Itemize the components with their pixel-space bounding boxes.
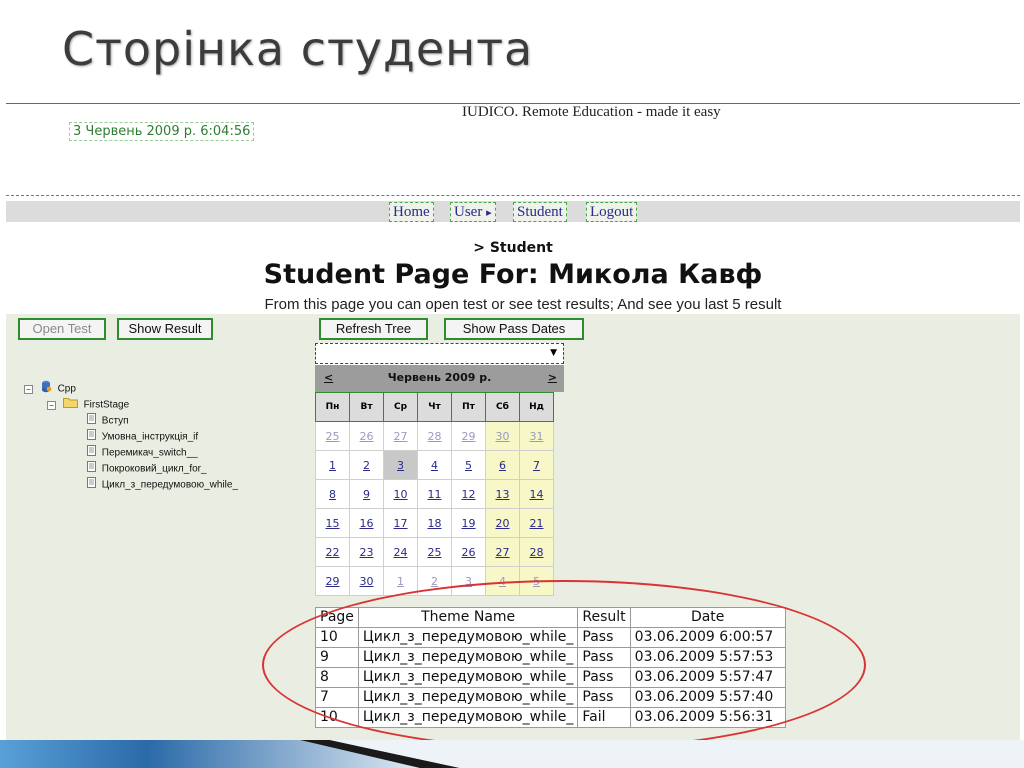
calendar-day[interactable]: 7 bbox=[519, 450, 554, 480]
tree-item[interactable]: Перемикач_switch__ bbox=[87, 445, 198, 459]
weekday-header: Вт bbox=[349, 392, 384, 422]
calendar-day[interactable]: 18 bbox=[417, 508, 452, 538]
calendar-day[interactable]: 26 bbox=[349, 421, 384, 451]
show-pass-dates-button[interactable]: Show Pass Dates bbox=[444, 318, 584, 340]
calendar-day[interactable]: 28 bbox=[417, 421, 452, 451]
tree-node-cpp[interactable]: − Cpp bbox=[24, 380, 76, 395]
calendar-day[interactable]: 21 bbox=[519, 508, 554, 538]
calendar-day[interactable]: 24 bbox=[383, 537, 418, 567]
calendar-day[interactable]: 19 bbox=[451, 508, 486, 538]
tree-item[interactable]: Покроковий_цикл_for_ bbox=[87, 461, 207, 475]
calendar-day[interactable]: 5 bbox=[451, 450, 486, 480]
calendar-day[interactable]: 17 bbox=[383, 508, 418, 538]
nav-user-menu[interactable]: User ▸ bbox=[450, 202, 496, 222]
calendar-day[interactable]: 30 bbox=[485, 421, 520, 451]
refresh-tree-button[interactable]: Refresh Tree bbox=[319, 318, 428, 340]
document-icon bbox=[87, 445, 96, 461]
calendar-day[interactable]: 26 bbox=[451, 537, 486, 567]
show-result-button[interactable]: Show Result bbox=[117, 318, 213, 340]
calendar-day[interactable]: 27 bbox=[383, 421, 418, 451]
weekday-header: Сб bbox=[485, 392, 520, 422]
highlight-ellipse bbox=[262, 580, 866, 750]
calendar-day[interactable]: 20 bbox=[485, 508, 520, 538]
calendar-day[interactable]: 27 bbox=[485, 537, 520, 567]
document-icon bbox=[87, 429, 96, 445]
calendar-day[interactable]: 14 bbox=[519, 479, 554, 509]
calendar-week-row: 22 23 24 25 26 27 28 bbox=[315, 537, 554, 567]
calendar-day[interactable]: 29 bbox=[315, 566, 350, 596]
calendar-day[interactable]: 1 bbox=[315, 450, 350, 480]
calendar-grid: Пн Вт Ср Чт Пт Сб Нд 25 26 27 28 29 30 31 1 2 3 4 5 6 7 8 9 10 1… bbox=[315, 392, 554, 596]
page-title: Student Page For: Микола Кавф bbox=[263, 259, 763, 290]
nav-home-link[interactable]: Home bbox=[389, 202, 434, 222]
site-tagline: IUDICO. Remote Education - made it easy bbox=[462, 104, 721, 120]
weekday-header: Ср bbox=[383, 392, 418, 422]
tree-item-label: Покроковий_цикл_for_ bbox=[101, 463, 207, 475]
tree-label: Cpp bbox=[57, 383, 76, 395]
calendar-day[interactable]: 12 bbox=[451, 479, 486, 509]
calendar-week-row: 1234567 bbox=[315, 450, 554, 480]
tree-item-label: Умовна_інструкція_if bbox=[101, 431, 199, 443]
footer-decoration bbox=[0, 740, 1024, 768]
calendar-day[interactable]: 10 bbox=[383, 479, 418, 509]
weekday-header: Пн bbox=[315, 392, 350, 422]
tree-item-label: Перемикач_switch__ bbox=[101, 447, 198, 459]
slide-title: Сторінка студента bbox=[62, 22, 534, 76]
open-test-button[interactable]: Open Test bbox=[18, 318, 106, 340]
tree-item[interactable]: Умовна_інструкція_if bbox=[87, 429, 198, 443]
nav-user-label: User bbox=[454, 204, 483, 220]
breadcrumb: > Student bbox=[473, 240, 553, 256]
chevron-right-icon: ▸ bbox=[486, 207, 492, 219]
collapse-toggle-icon[interactable]: − bbox=[24, 384, 33, 394]
calendar-day[interactable]: 9 bbox=[349, 479, 384, 509]
calendar-day[interactable]: 13 bbox=[485, 479, 520, 509]
document-icon bbox=[87, 461, 96, 477]
calendar-day[interactable]: 25 bbox=[315, 421, 350, 451]
date-select-dropdown[interactable]: ▼ bbox=[315, 343, 564, 364]
calendar-day[interactable]: 29 bbox=[451, 421, 486, 451]
weekday-header: Нд bbox=[519, 392, 554, 422]
tree-item-label: Вступ bbox=[101, 415, 129, 427]
document-icon bbox=[87, 477, 96, 493]
date-time-clock: 3 Червень 2009 р. 6:04:56 bbox=[69, 122, 255, 141]
calendar-next-month[interactable]: > bbox=[548, 371, 557, 384]
tree-label: FirstStage bbox=[83, 399, 130, 411]
calendar-day[interactable]: 2 bbox=[349, 450, 384, 480]
tree-item-label: Цикл_з_передумовою_while_ bbox=[101, 479, 239, 491]
weekday-header: Пт bbox=[451, 392, 486, 422]
main-navigation: Home User ▸ Student Logout bbox=[6, 201, 1020, 222]
folder-icon bbox=[62, 397, 78, 413]
calendar-weekday-row: Пн Вт Ср Чт Пт Сб Нд bbox=[315, 392, 554, 422]
calendar-day[interactable]: 3 bbox=[383, 450, 418, 480]
calendar-header: < Червень 2009 р. > bbox=[315, 364, 564, 392]
calendar-week-row: 25 26 27 28 29 30 31 bbox=[315, 421, 554, 451]
header-divider bbox=[6, 195, 1020, 196]
page-description: From this page you can open test or see … bbox=[264, 296, 782, 313]
collapse-toggle-icon[interactable]: − bbox=[47, 400, 56, 410]
calendar-day[interactable]: 4 bbox=[417, 450, 452, 480]
tree-item[interactable]: Вступ bbox=[87, 413, 129, 427]
document-icon bbox=[87, 413, 96, 429]
tree-node-firststage[interactable]: − FirstStage bbox=[47, 397, 129, 411]
calendar-day[interactable]: 8 bbox=[315, 479, 350, 509]
calendar-day[interactable]: 23 bbox=[349, 537, 384, 567]
weekday-header: Чт bbox=[417, 392, 452, 422]
nav-student-link[interactable]: Student bbox=[513, 202, 567, 222]
calendar-week-row: 8 9 10 11 12 13 14 bbox=[315, 479, 554, 509]
calendar-day[interactable]: 30 bbox=[349, 566, 384, 596]
calendar-day[interactable]: 31 bbox=[519, 421, 554, 451]
calendar-day[interactable]: 11 bbox=[417, 479, 452, 509]
chevron-down-icon: ▼ bbox=[550, 348, 557, 358]
calendar-day[interactable]: 22 bbox=[315, 537, 350, 567]
calendar-day[interactable]: 6 bbox=[485, 450, 520, 480]
calendar-day[interactable]: 15 bbox=[315, 508, 350, 538]
calendar-month-title: Червень 2009 р. bbox=[387, 371, 492, 384]
tree-item[interactable]: Цикл_з_передумовою_while_ bbox=[87, 477, 238, 491]
database-user-icon bbox=[40, 380, 52, 398]
nav-logout-link[interactable]: Logout bbox=[586, 202, 638, 222]
calendar-week-row: 15 16 17 18 19 20 21 bbox=[315, 508, 554, 538]
calendar-day[interactable]: 16 bbox=[349, 508, 384, 538]
calendar-day[interactable]: 25 bbox=[417, 537, 452, 567]
calendar-day[interactable]: 28 bbox=[519, 537, 554, 567]
